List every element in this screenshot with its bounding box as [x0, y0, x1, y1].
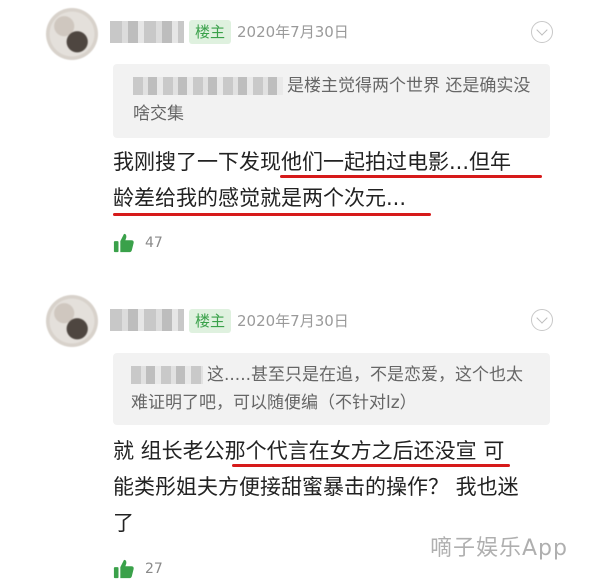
red-underline	[113, 213, 431, 216]
thumbs-up-icon	[113, 559, 134, 579]
comment-body: 就 组长老公那个代言在女方之后还没宣 可 能类彤姐夫方便接甜蜜暴击的操作？ 我也…	[113, 433, 563, 541]
quoted-reply[interactable]: 是楼主觉得两个世界 还是确实没啥交集	[113, 64, 550, 138]
quoted-reply[interactable]: 这.....甚至只是在追，不是恋爱，这个也太难证明了吧，可以随便编（不针对lz）	[113, 353, 550, 425]
comment-body-line: 能类彤姐夫方便接甜蜜暴击的操作？ 我也迷	[113, 475, 519, 499]
watermark: 嘀子娱乐App	[430, 536, 568, 561]
chevron-down-icon	[536, 312, 548, 324]
like-count: 47	[145, 235, 163, 251]
quoted-username-blurred	[131, 366, 203, 384]
avatar[interactable]	[46, 8, 98, 60]
like-button[interactable]: 27	[113, 556, 163, 582]
username-blurred[interactable]	[110, 21, 184, 43]
comment-date: 2020年7月30日	[237, 312, 349, 330]
like-button[interactable]: 47	[113, 230, 163, 256]
op-badge: 楼主	[189, 309, 232, 333]
chevron-down-icon	[536, 24, 548, 36]
red-underline	[280, 175, 542, 178]
quoted-username-blurred	[133, 77, 283, 95]
like-count: 27	[145, 561, 163, 577]
comment-body: 我刚搜了一下发现他们一起拍过电影...但年 龄差给我的感觉就是两个次元...	[113, 144, 563, 216]
op-badge: 楼主	[189, 20, 232, 44]
comment-date: 2020年7月30日	[237, 23, 349, 41]
avatar[interactable]	[46, 295, 98, 347]
thumbs-up-icon	[113, 233, 134, 253]
red-underline	[232, 464, 510, 467]
more-button[interactable]	[531, 21, 553, 43]
comment-body-line: 龄差给我的感觉就是两个次元...	[113, 186, 407, 210]
more-button[interactable]	[531, 309, 553, 331]
username-blurred[interactable]	[110, 309, 184, 331]
